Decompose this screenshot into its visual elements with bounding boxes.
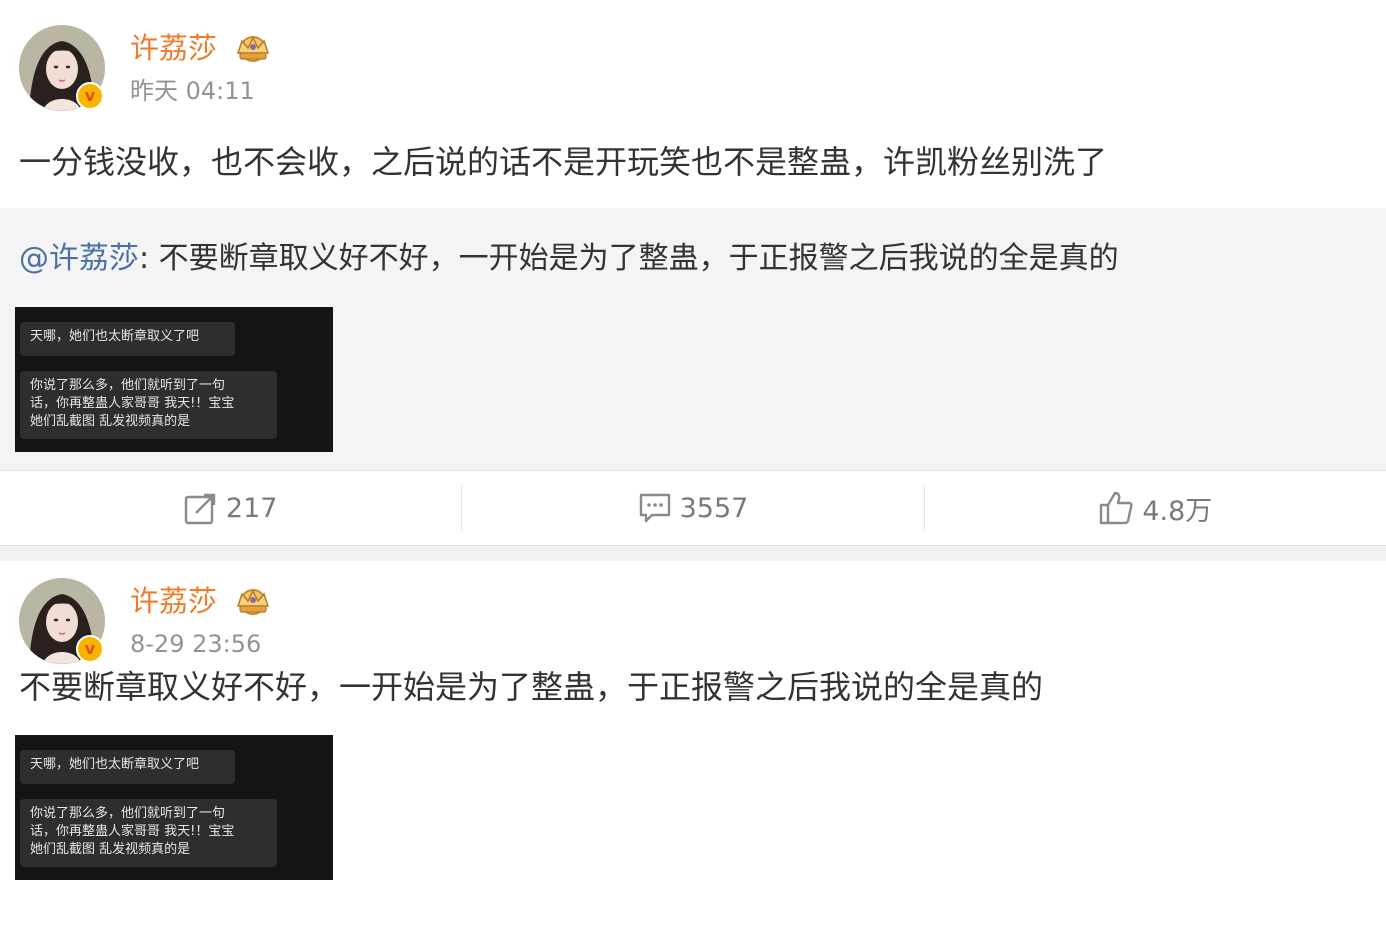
username[interactable]: 许荔莎 bbox=[130, 30, 217, 66]
post-separator bbox=[0, 546, 1386, 561]
chat-line: 话，你再整蛊人家哥哥 我天!！宝宝 bbox=[30, 824, 235, 839]
verified-badge-icon: v bbox=[76, 635, 104, 663]
chat-line: 她们乱截图 乱发视频真的是 bbox=[30, 414, 191, 429]
post-timestamp[interactable]: 8-29 23:56 bbox=[130, 629, 261, 659]
like-count: 4.8万 bbox=[1142, 495, 1213, 527]
chat-line: 你说了那么多，他们就听到了一句 bbox=[30, 806, 226, 821]
like-button[interactable]: 4.8万 bbox=[925, 471, 1386, 545]
chat-line: 她们乱截图 乱发视频真的是 bbox=[30, 842, 191, 857]
repost-text: @许荔莎: 不要断章取义好不好，一开始是为了整蛊，于正报警之后我说的全是真的 bbox=[0, 208, 1386, 278]
chat-line: 你说了那么多，他们就听到了一句 bbox=[30, 378, 226, 393]
chat-bubble: 天哪，她们也太断章取义了吧 bbox=[20, 322, 235, 356]
comment-count: 3557 bbox=[679, 492, 749, 524]
chat-bubble: 你说了那么多，他们就听到了一句 话，你再整蛊人家哥哥 我天!！宝宝 她们乱截图 … bbox=[20, 799, 277, 867]
repost-body: 不要断章取义好不好，一开始是为了整蛊，于正报警之后我说的全是真的 bbox=[149, 241, 1119, 276]
comment-icon bbox=[639, 493, 670, 523]
thumbs-up-icon bbox=[1100, 491, 1133, 525]
post-image[interactable]: 天哪，她们也太断章取义了吧 你说了那么多，他们就听到了一句 话，你再整蛊人家哥哥… bbox=[15, 735, 333, 880]
crown-icon[interactable] bbox=[234, 33, 272, 65]
chat-bubble: 天哪，她们也太断章取义了吧 bbox=[20, 750, 235, 784]
username[interactable]: 许荔莎 bbox=[130, 583, 217, 619]
repost-button[interactable]: 217 bbox=[0, 471, 461, 545]
repost-separator: : bbox=[139, 241, 150, 276]
post-text: 不要断章取义好不好，一开始是为了整蛊，于正报警之后我说的全是真的 bbox=[19, 668, 1044, 706]
chat-line: 话，你再整蛊人家哥哥 我天!！宝宝 bbox=[30, 396, 235, 411]
weibo-post: v 许荔莎 8-29 23:56 不要断章取义好不好，一开始是为了整蛊，于正报警… bbox=[0, 561, 1386, 880]
repost-box[interactable]: @许荔莎: 不要断章取义好不好，一开始是为了整蛊，于正报警之后我说的全是真的 天… bbox=[0, 208, 1386, 470]
post-text: 一分钱没收，也不会收，之后说的话不是开玩笑也不是整蛊，许凯粉丝别洗了 bbox=[19, 143, 1108, 181]
repost-count: 217 bbox=[225, 492, 278, 524]
repost-icon bbox=[184, 493, 216, 525]
chat-bubble: 你说了那么多，他们就听到了一句 话，你再整蛊人家哥哥 我天!！宝宝 她们乱截图 … bbox=[20, 371, 277, 439]
post-header: v 许荔莎 8-29 23:56 bbox=[0, 561, 1386, 667]
action-bar: 217 3557 4.8万 bbox=[0, 470, 1386, 546]
weibo-post: v 许荔莎 昨天 04:11 一分钱没收，也不会收，之后说的话不是开玩笑也不是整… bbox=[0, 0, 1386, 546]
post-image[interactable]: 天哪，她们也太断章取义了吧 你说了那么多，他们就听到了一句 话，你再整蛊人家哥哥… bbox=[15, 307, 333, 452]
post-timestamp[interactable]: 昨天 04:11 bbox=[130, 76, 255, 106]
crown-icon[interactable] bbox=[234, 586, 272, 618]
post-header: v 许荔莎 昨天 04:11 bbox=[0, 0, 1386, 112]
verified-badge-icon: v bbox=[76, 82, 104, 110]
mention-link[interactable]: @许荔莎 bbox=[19, 241, 139, 276]
comment-button[interactable]: 3557 bbox=[462, 471, 923, 545]
